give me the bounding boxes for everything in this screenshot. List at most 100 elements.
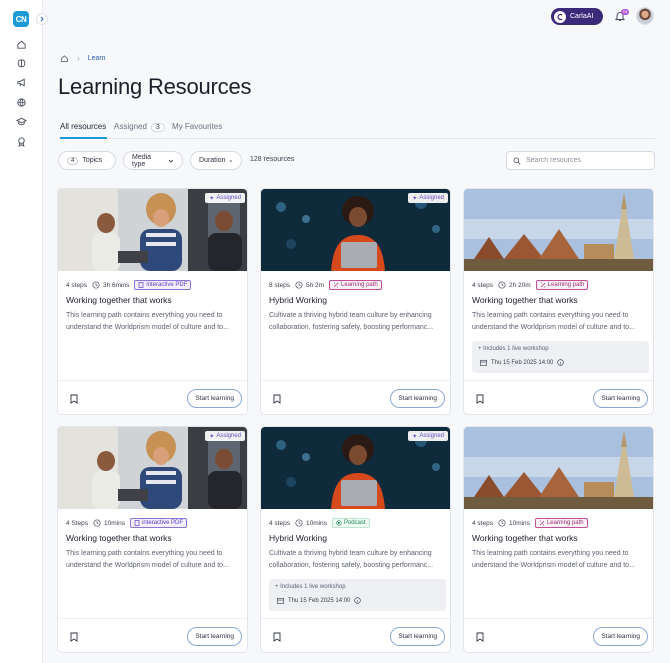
megaphone-icon[interactable] — [15, 76, 27, 88]
start-learning-button[interactable]: Start learning — [593, 389, 648, 408]
duration: 10mins — [305, 519, 327, 527]
calendar-icon — [277, 597, 284, 604]
card-meta: 4 steps 3h 6mins interactive PDF — [66, 280, 192, 290]
steps-count: 4 steps — [472, 281, 493, 289]
workshop-label: + Includes 1 live workshop — [275, 584, 346, 590]
search-input[interactable] — [526, 157, 644, 164]
duration: 10mins — [104, 519, 126, 527]
card-meta: 4 steps 2h 20m Learning path — [472, 280, 589, 290]
podcast-icon — [336, 520, 342, 526]
assigned-badge: ✦ Assigned — [408, 193, 448, 203]
card-footer: Start learning — [464, 380, 653, 414]
card-description: This learning path contains everything y… — [472, 548, 649, 572]
description-line: understand the Worldprism model of cultu… — [66, 562, 229, 569]
card-footer: Start learning — [261, 618, 450, 652]
tab-all-resources[interactable]: All resources — [60, 122, 107, 139]
search-icon — [513, 157, 521, 164]
card-title: Working together that works — [472, 295, 578, 305]
assigned-badge: ✦ Assigned — [205, 431, 245, 441]
card-description: This learning path contains everything y… — [66, 548, 243, 572]
bookmark-icon[interactable] — [476, 632, 484, 642]
ai-assistant-button[interactable]: CarlaAI — [551, 8, 603, 25]
clock-icon — [498, 519, 506, 527]
award-icon[interactable] — [15, 135, 27, 147]
chevron-down-icon — [106, 160, 107, 161]
route-icon — [333, 282, 339, 288]
resource-card[interactable]: ✦ Assigned 8 steps 5h 2m Learning path Hy… — [260, 188, 451, 415]
clock-icon — [93, 519, 101, 527]
start-learning-button[interactable]: Start learning — [390, 389, 445, 408]
description-line: Cultivate a thriving hybrid team culture… — [269, 550, 432, 557]
graduation-cap-icon[interactable] — [15, 115, 27, 127]
start-learning-button[interactable]: Start learning — [390, 627, 445, 646]
duration: 2h 20m — [508, 281, 531, 289]
card-title: Working together that works — [66, 295, 172, 305]
assigned-label: Assigned — [216, 433, 241, 439]
card-title: Working together that works — [472, 533, 578, 543]
resource-card[interactable]: ✦ Assigned 4 Steps 10mins interactive PDF… — [57, 426, 248, 653]
card-description: Cultivate a thriving hybrid team culture… — [269, 548, 446, 572]
start-learning-button[interactable]: Start learning — [187, 389, 242, 408]
breadcrumb: › Learn — [60, 54, 106, 63]
globe-icon[interactable] — [15, 96, 27, 108]
steps-count: 4 steps — [66, 281, 87, 289]
tab-assigned[interactable]: Assigned 3 — [114, 122, 165, 139]
media-tag-label: interactive PDF — [142, 520, 184, 526]
info-icon[interactable] — [354, 597, 362, 604]
steps-count: 4 steps — [269, 519, 290, 527]
assigned-label: Assigned — [419, 195, 444, 201]
resource-card[interactable]: 4 steps 10mins Learning path Working tog… — [463, 426, 654, 653]
duration-label: Duration — [199, 157, 226, 164]
logo[interactable]: CN — [13, 11, 29, 27]
sidebar-collapse-button[interactable] — [36, 13, 48, 25]
card-image — [464, 427, 653, 509]
document-icon — [134, 520, 140, 526]
topics-count-badge: 4 — [67, 156, 79, 165]
bookmark-icon[interactable] — [273, 632, 281, 642]
bookmark-icon[interactable] — [476, 394, 484, 404]
description-line: understand the Worldprism model of cultu… — [472, 324, 635, 331]
info-icon[interactable] — [557, 359, 565, 366]
topics-filter[interactable]: 4 Topics — [58, 151, 116, 170]
tab-my-favourites[interactable]: My Favourites — [172, 122, 222, 139]
workshop-date: Thu 15 Feb 2025 14:00 — [491, 359, 554, 366]
card-image: ✦ Assigned — [58, 427, 247, 509]
card-image: ✦ Assigned — [261, 189, 450, 271]
calendar-icon — [480, 359, 487, 366]
avatar[interactable] — [636, 7, 654, 25]
start-learning-button[interactable]: Start learning — [593, 627, 648, 646]
home-icon[interactable] — [60, 54, 69, 63]
description-line: understand the Worldprism model of cultu… — [66, 324, 229, 331]
resource-card[interactable]: 4 steps 2h 20m Learning path Working tog… — [463, 188, 654, 415]
card-title: Hybrid Working — [269, 295, 327, 305]
assigned-badge: ✦ Assigned — [408, 431, 448, 441]
chevron-down-icon — [168, 159, 174, 163]
resource-card[interactable]: ✦ Assigned 4 steps 10mins Podcast Hybrid … — [260, 426, 451, 653]
media-type-filter[interactable]: Media type — [123, 151, 183, 170]
duration-filter[interactable]: Duration — [190, 151, 242, 170]
workshop-box: + Includes 1 live workshop Thu 15 Feb 20… — [269, 579, 446, 611]
breadcrumb-learn[interactable]: Learn — [88, 55, 106, 62]
resource-card[interactable]: ✦ Assigned 4 steps 3h 6mins interactive P… — [57, 188, 248, 415]
bookmark-icon[interactable] — [70, 632, 78, 642]
start-learning-button[interactable]: Start learning — [187, 627, 242, 646]
bookmark-icon[interactable] — [273, 394, 281, 404]
notification-badge: 10 — [621, 9, 629, 15]
workshop-date: Thu 15 Feb 2025 14:00 — [288, 597, 351, 604]
assigned-label: Assigned — [419, 433, 444, 439]
workshop-label: + Includes 1 live workshop — [478, 346, 549, 352]
description-line: This learning path contains everything y… — [472, 312, 629, 319]
steps-count: 4 steps — [472, 519, 493, 527]
brain-icon[interactable] — [15, 57, 27, 69]
result-count: 128 resources — [250, 156, 295, 163]
workshop-date-row: Thu 15 Feb 2025 14:00 — [277, 597, 362, 604]
bookmark-icon[interactable] — [70, 394, 78, 404]
home-icon[interactable] — [15, 38, 27, 50]
media-tag-label: interactive PDF — [146, 282, 188, 288]
card-meta: 4 steps 10mins Podcast — [269, 518, 370, 528]
ai-label: CarlaAI — [570, 13, 594, 20]
duration: 10mins — [508, 519, 530, 527]
card-description: This learning path contains everything y… — [66, 310, 243, 334]
media-tag: Learning path — [329, 280, 382, 290]
chevron-down-icon — [229, 159, 233, 162]
